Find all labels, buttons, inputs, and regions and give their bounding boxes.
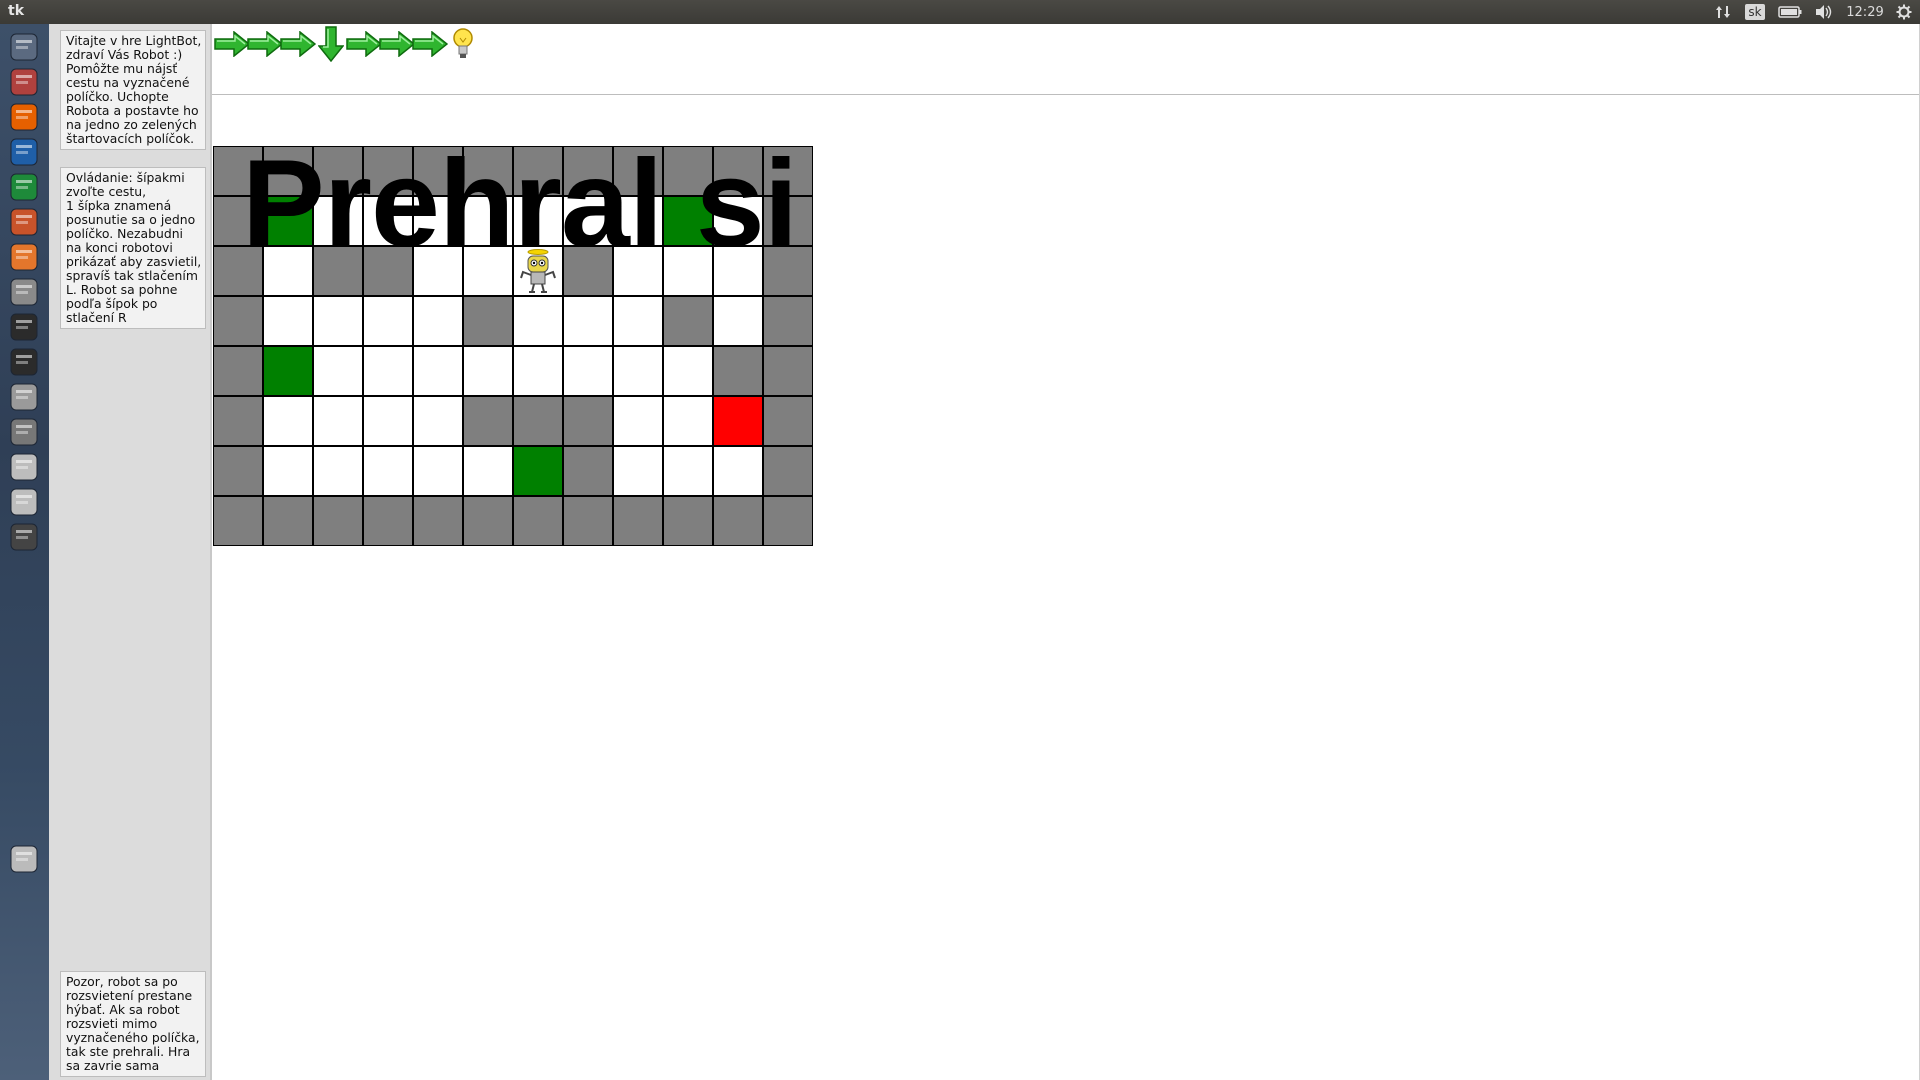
- wall-cell: [763, 296, 813, 346]
- board-cell: [413, 346, 463, 396]
- toolbar-separator: [212, 94, 1920, 95]
- board-cell: [563, 296, 613, 346]
- wall-cell: [463, 296, 513, 346]
- controls-text: Ovládanie: šípakmi zvoľte cestu, 1 šípka…: [60, 167, 206, 329]
- board-cell: [713, 296, 763, 346]
- ubuntu-dash-icon[interactable]: [5, 28, 43, 66]
- light-bulb-icon[interactable]: [443, 24, 483, 64]
- phone-icon[interactable]: [5, 518, 43, 556]
- system-settings-icon[interactable]: [5, 273, 43, 311]
- battery-icon[interactable]: [1776, 0, 1804, 24]
- start-cell[interactable]: [513, 446, 563, 496]
- wall-cell: [213, 496, 263, 546]
- info-panel: Vitajte v hre LightBot, zdraví Vás Robot…: [49, 24, 210, 1080]
- software-center-icon[interactable]: [5, 238, 43, 276]
- board-cell: [513, 346, 563, 396]
- wall-cell: [313, 496, 363, 546]
- board-cell: [363, 346, 413, 396]
- network-icon[interactable]: [1712, 0, 1734, 24]
- firefox-icon[interactable]: [5, 98, 43, 136]
- drive-icon[interactable]: [5, 448, 43, 486]
- board-cell: [313, 296, 363, 346]
- board-cell: [263, 396, 313, 446]
- board-cell: [613, 396, 663, 446]
- top-panel: tk sk 12:29: [0, 0, 1920, 24]
- wall-cell: [613, 496, 663, 546]
- board-cell: [263, 296, 313, 346]
- board-cell: [563, 346, 613, 396]
- wall-cell: [413, 496, 463, 546]
- wall-cell: [763, 346, 813, 396]
- board-cell: [513, 296, 563, 346]
- board-cell: [463, 346, 513, 396]
- wall-cell: [713, 496, 763, 546]
- welcome-text: Vitajte v hre LightBot, zdraví Vás Robot…: [60, 30, 206, 150]
- board-cell: [313, 446, 363, 496]
- board-cell: [263, 446, 313, 496]
- wall-cell: [663, 296, 713, 346]
- board-cell: [313, 346, 363, 396]
- wall-cell: [513, 496, 563, 546]
- terminal-icon[interactable]: [5, 308, 43, 346]
- tk-window-icon[interactable]: [5, 413, 43, 451]
- board-cell: [413, 446, 463, 496]
- wall-cell: [563, 496, 613, 546]
- warning-text: Pozor, robot sa po rozsvietení prestane …: [60, 971, 206, 1077]
- wall-cell: [463, 496, 513, 546]
- wall-cell: [363, 496, 413, 546]
- drive-icon[interactable]: [5, 483, 43, 521]
- board-cell: [613, 446, 663, 496]
- wall-cell: [763, 446, 813, 496]
- board-cell: [613, 296, 663, 346]
- volume-icon[interactable]: [1812, 0, 1836, 24]
- wall-cell: [763, 496, 813, 546]
- board-cell: [613, 346, 663, 396]
- language-label: sk: [1745, 4, 1765, 20]
- wall-cell: [213, 446, 263, 496]
- clock[interactable]: 12:29: [1844, 0, 1886, 24]
- board-cell: [413, 396, 463, 446]
- impress-icon[interactable]: [5, 203, 43, 241]
- game-area: Prehral si: [212, 24, 1920, 1080]
- wall-cell: [513, 396, 563, 446]
- board-cell: [363, 396, 413, 446]
- wall-cell: [213, 346, 263, 396]
- start-cell[interactable]: [263, 346, 313, 396]
- wall-cell: [463, 396, 513, 446]
- board-cell: [713, 446, 763, 496]
- wall-cell: [763, 396, 813, 446]
- wall-cell: [663, 496, 713, 546]
- wall-cell: [563, 396, 613, 446]
- wall-cell: [263, 496, 313, 546]
- wall-cell: [213, 296, 263, 346]
- keyboard-layout-indicator[interactable]: sk: [1744, 0, 1766, 24]
- board-cell: [413, 296, 463, 346]
- board-cell: [363, 296, 413, 346]
- wall-cell: [713, 346, 763, 396]
- board-cell: [313, 396, 363, 446]
- wall-cell: [563, 446, 613, 496]
- wall-cell: [213, 396, 263, 446]
- trash-icon[interactable]: [5, 840, 43, 878]
- board-cell: [663, 446, 713, 496]
- target-cell: [713, 396, 763, 446]
- system-monitor-icon[interactable]: [5, 343, 43, 381]
- calc-icon[interactable]: [5, 168, 43, 206]
- board-cell: [363, 446, 413, 496]
- game-over-text: Prehral si: [242, 135, 798, 273]
- board-cell: [663, 346, 713, 396]
- board-cell: [663, 396, 713, 446]
- board-cell: [463, 446, 513, 496]
- writer-icon[interactable]: [5, 133, 43, 171]
- file-manager-icon[interactable]: [5, 63, 43, 101]
- help-icon[interactable]: [5, 378, 43, 416]
- gear-icon[interactable]: [1892, 0, 1916, 24]
- launcher: [0, 24, 49, 1080]
- window-title: tk: [8, 3, 25, 19]
- clock-time: 12:29: [1846, 4, 1884, 20]
